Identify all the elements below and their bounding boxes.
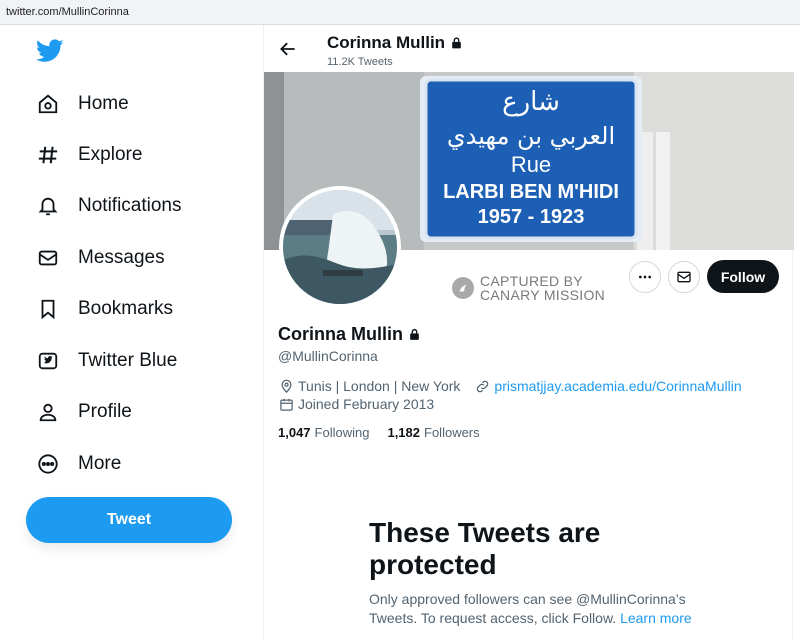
link-icon [474,378,490,394]
watermark-text: CAPTURED BY CANARY MISSION [480,274,605,302]
lock-icon [450,36,463,50]
sidebar-item-messages[interactable]: Messages [36,240,165,276]
envelope-icon [676,269,692,285]
follow-button[interactable]: Follow [707,260,779,293]
profile-meta-row-2: Joined February 2013 [278,396,434,412]
protected-message: Only approved followers can see @MullinC… [369,590,699,628]
more-circle-icon [36,452,60,476]
profile-meta-row-1: Tunis | London | New York prismatjjay.ac… [278,378,742,394]
watermark-line-2: CANARY MISSION [480,287,606,303]
sidebar-item-home[interactable]: Home [36,86,129,122]
canary-bird-icon [452,277,474,299]
profile-website-link[interactable]: prismatjjay.academia.edu/CorinnaMullin [494,378,741,394]
profile-joined: Joined February 2013 [298,396,435,412]
profile-location: Tunis | London | New York [298,378,461,394]
followers-link[interactable]: 1,182 Followers [387,425,479,440]
bell-icon [36,194,60,218]
canary-mission-watermark: CAPTURED BY CANARY MISSION [452,274,605,302]
sidebar-item-label: Home [78,93,129,114]
following-count: 1,047 [278,425,311,440]
following-label: Following [314,425,370,440]
twitter-logo-icon[interactable] [35,39,64,63]
sidebar: Home Explore Notifications Messages Book… [0,25,263,640]
profile-name-text: Corinna Mullin [278,324,403,344]
profile-header-bar: Corinna Mullin 11.2K Tweets [264,25,794,72]
sign-years: 1957 - 1923 [478,206,585,228]
more-dots-icon [637,269,653,285]
location-pin-icon [278,378,294,394]
tweet-count: 11.2K Tweets [327,56,393,68]
back-arrow-icon[interactable] [278,39,298,59]
url-text[interactable]: twitter.com/MullinCorinna [6,6,129,18]
sign-arabic-street: شارع [502,87,560,117]
profile-column: Corinna Mullin 11.2K Tweets شارع العربي … [263,25,794,640]
hashtag-icon [36,143,60,167]
more-options-button[interactable] [629,261,661,293]
avatar[interactable] [279,186,401,308]
calendar-icon [278,396,294,412]
browser-address-bar[interactable]: twitter.com/MullinCorinna [0,0,800,25]
watermark-line-1: CAPTURED BY [480,273,583,289]
followers-count: 1,182 [387,425,421,440]
follow-counts: 1,047 Following 1,182 Followers [278,425,498,440]
lock-icon [408,327,421,342]
following-link[interactable]: 1,047 Following [278,425,369,440]
sidebar-item-label: Messages [78,247,165,268]
protected-title: These Tweets are protected [369,517,601,580]
twitter-blue-icon [36,349,60,373]
tweet-button[interactable]: Tweet [26,497,232,543]
envelope-icon [36,246,60,270]
sidebar-item-notifications[interactable]: Notifications [36,188,182,224]
learn-more-link[interactable]: Learn more [620,610,692,626]
person-icon [36,400,60,424]
sidebar-item-profile[interactable]: Profile [36,394,132,430]
profile-name: Corinna Mullin [278,324,421,345]
sidebar-item-more[interactable]: More [36,446,121,482]
sign-rue: Rue [511,152,551,177]
bookmark-icon [36,297,60,321]
sign-name: LARBI BEN M'HIDI [443,181,619,203]
header-name-text: Corinna Mullin [327,33,446,52]
sidebar-item-label: Bookmarks [78,298,174,319]
followers-label: Followers [424,425,480,440]
sidebar-item-label: More [78,453,122,474]
sign-arabic-name: العربي بن مهيدي [447,122,615,150]
profile-handle: @MullinCorinna [278,348,378,364]
header-name: Corinna Mullin [327,33,463,53]
sidebar-item-label: Explore [78,144,143,165]
sidebar-item-twitter-blue[interactable]: Twitter Blue [36,343,177,379]
sidebar-item-label: Notifications [78,195,182,216]
home-icon [36,92,60,116]
sidebar-item-bookmarks[interactable]: Bookmarks [36,291,173,327]
sidebar-item-label: Twitter Blue [78,350,178,371]
sidebar-item-label: Profile [78,401,132,422]
sidebar-item-explore[interactable]: Explore [36,137,142,173]
message-button[interactable] [668,261,700,293]
